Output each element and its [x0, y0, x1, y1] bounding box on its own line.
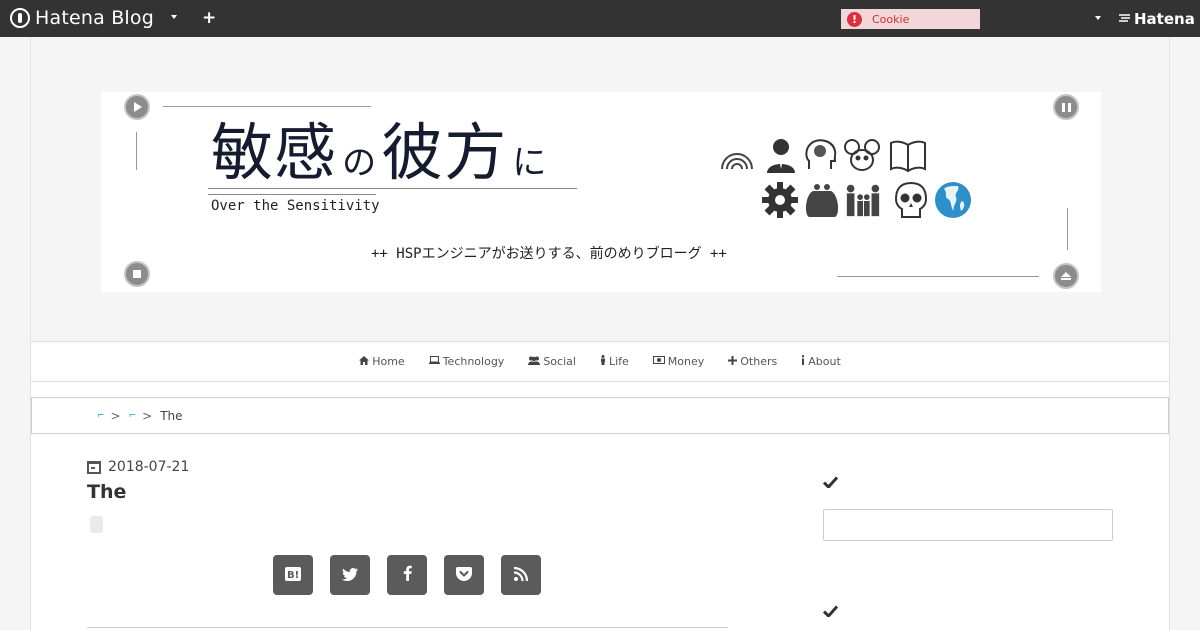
cookie-notice-label: Cookie	[872, 12, 910, 26]
info-icon	[801, 355, 805, 368]
breadcrumb: ⌐ > ⌐ > The	[31, 397, 1169, 434]
nav-item-label: About	[808, 355, 841, 368]
calendar-icon	[87, 460, 101, 474]
laptop-icon	[428, 356, 440, 367]
svg-text:B!: B!	[287, 570, 299, 581]
entry-date-text: 2018-07-21	[108, 459, 190, 475]
money-icon	[652, 356, 665, 367]
add-button[interactable]: +	[202, 9, 216, 27]
hatena-mark-icon	[1118, 13, 1131, 26]
brain-icon	[802, 136, 840, 174]
life-icon	[600, 355, 606, 368]
blog-banner[interactable]: 敏感 の 彼方 に Over the Sensitivity ++ HSPエンジ…	[101, 92, 1101, 292]
banner-subtitle: Over the Sensitivity	[211, 198, 380, 214]
rss-icon	[513, 566, 529, 585]
nav-item-technology[interactable]: Technology	[417, 355, 517, 368]
nav-item-social[interactable]: Social	[516, 355, 588, 368]
blog-header: 敏感 の 彼方 に Over the Sensitivity ++ HSPエンジ…	[31, 37, 1169, 342]
nav-item-label: Life	[608, 355, 629, 368]
banner-divider	[1067, 208, 1068, 250]
category-tag[interactable]	[90, 516, 103, 533]
pocket-share-button[interactable]	[444, 555, 484, 595]
skull-icon	[892, 181, 930, 219]
twitter-share-button[interactable]	[330, 555, 370, 595]
brand-menu-chevron-down-icon[interactable]	[171, 15, 177, 19]
pause-icon[interactable]	[1053, 94, 1079, 120]
banner-title-part: 彼方	[381, 116, 508, 189]
purse-icon	[803, 181, 841, 219]
nav-item-label: Technology	[442, 355, 505, 368]
play-icon[interactable]	[124, 94, 150, 120]
blog-page: 敏感 の 彼方 に Over the Sensitivity ++ HSPエンジ…	[30, 37, 1170, 630]
person-icon	[762, 136, 800, 174]
alert-icon: !	[847, 11, 862, 27]
nav-item-label: Home	[372, 355, 405, 368]
hatena-blog-logo[interactable]: Hatena Blog	[10, 7, 154, 29]
stop-icon[interactable]	[124, 261, 150, 287]
rainbow-icon	[718, 138, 756, 176]
article-divider	[87, 627, 728, 628]
mouse-icon	[843, 136, 881, 174]
banner-tagline: ++ HSPエンジニアがお送りする、前のめりブローグ ++	[371, 246, 727, 262]
entry-date[interactable]: 2018-07-21	[87, 459, 189, 475]
check-icon	[822, 474, 839, 492]
hatena-label: Hatena	[1134, 10, 1195, 28]
nav-item-label: Others	[740, 355, 778, 368]
twitter-icon	[342, 566, 358, 585]
rss-feed-button[interactable]	[501, 555, 541, 595]
cookie-notice-button[interactable]: ! Cookie	[841, 9, 980, 29]
breadcrumb-separator: >	[110, 408, 121, 423]
banner-title-part: の	[342, 143, 377, 183]
breadcrumb-home-link[interactable]: ⌐	[97, 411, 105, 421]
banner-title-part: 敏感	[211, 116, 338, 189]
pocket-icon	[456, 566, 472, 585]
check-icon	[822, 603, 839, 621]
sidebar-search-input[interactable]	[823, 509, 1113, 541]
nav-item-life[interactable]: Life	[588, 355, 641, 368]
users-icon	[528, 356, 541, 368]
nav-item-others[interactable]: Others	[716, 355, 789, 368]
nav-item-label: Money	[667, 355, 705, 368]
hatena-bookmark-icon: B!	[285, 566, 301, 585]
banner-title: 敏感 の 彼方 に	[211, 118, 546, 188]
nav-item-about[interactable]: About	[789, 355, 853, 368]
hatena-link[interactable]: Hatena	[1118, 10, 1195, 28]
hatena-blog-brand-text: Hatena Blog	[35, 7, 154, 29]
nav-item-money[interactable]: Money	[641, 355, 716, 368]
title-underline	[208, 188, 577, 189]
globe-icon	[934, 181, 972, 219]
breadcrumb-current: The	[160, 408, 183, 423]
banner-divider	[136, 132, 137, 170]
title-underline	[208, 194, 376, 195]
banner-title-part: に	[512, 143, 547, 183]
hatena-blog-logo-icon	[10, 8, 30, 28]
hatena-topbar: Hatena Blog + ! Cookie Hatena	[0, 0, 1200, 37]
plus-icon	[728, 355, 738, 368]
nav-item-home[interactable]: Home	[347, 355, 416, 368]
gear-icon	[761, 181, 799, 219]
breadcrumb-separator: >	[142, 408, 153, 423]
home-icon	[359, 355, 370, 368]
breadcrumb-category-link[interactable]: ⌐	[129, 411, 137, 421]
facebook-share-button[interactable]	[387, 555, 427, 595]
family-icon	[844, 181, 882, 219]
user-menu-chevron-down-icon[interactable]	[1095, 16, 1101, 20]
banner-divider	[837, 276, 1039, 277]
category-nav: Home Technology Social Life Money Others…	[31, 342, 1169, 382]
book-icon	[889, 136, 927, 174]
eject-icon[interactable]	[1053, 263, 1079, 289]
entry-title[interactable]: The	[87, 481, 126, 503]
hatena-bookmark-button[interactable]: B!	[273, 555, 313, 595]
facebook-icon	[403, 565, 412, 585]
banner-divider	[163, 106, 371, 107]
nav-item-label: Social	[543, 355, 576, 368]
